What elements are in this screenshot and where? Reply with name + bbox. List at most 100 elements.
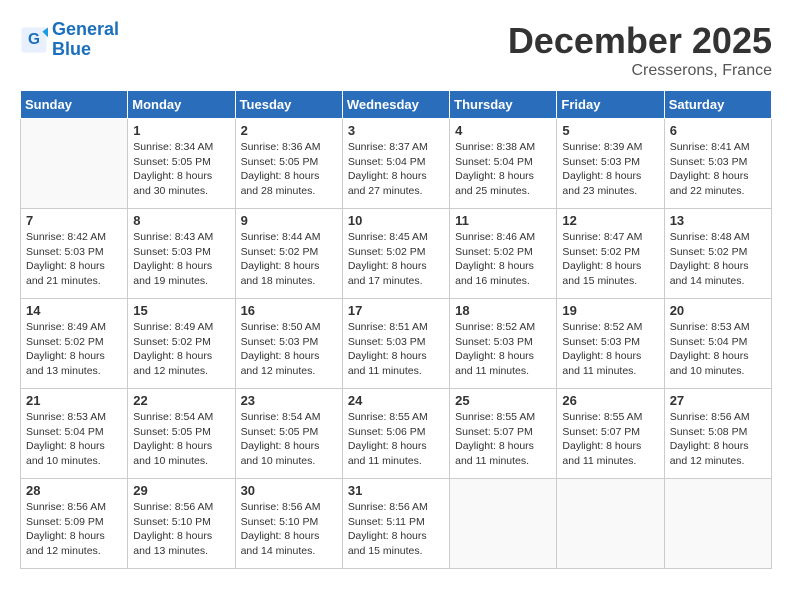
day-number: 10 bbox=[348, 213, 444, 228]
day-info: Sunrise: 8:47 AM Sunset: 5:02 PM Dayligh… bbox=[562, 230, 658, 289]
day-info: Sunrise: 8:48 AM Sunset: 5:02 PM Dayligh… bbox=[670, 230, 766, 289]
day-info: Sunrise: 8:45 AM Sunset: 5:02 PM Dayligh… bbox=[348, 230, 444, 289]
day-info: Sunrise: 8:56 AM Sunset: 5:11 PM Dayligh… bbox=[348, 500, 444, 559]
location: Cresserons, France bbox=[508, 62, 772, 80]
calendar-cell: 27Sunrise: 8:56 AM Sunset: 5:08 PM Dayli… bbox=[664, 389, 771, 479]
day-number: 16 bbox=[241, 303, 337, 318]
logo-name: General Blue bbox=[52, 20, 119, 60]
day-number: 4 bbox=[455, 123, 551, 138]
day-number: 29 bbox=[133, 483, 229, 498]
day-info: Sunrise: 8:56 AM Sunset: 5:10 PM Dayligh… bbox=[133, 500, 229, 559]
day-info: Sunrise: 8:55 AM Sunset: 5:07 PM Dayligh… bbox=[455, 410, 551, 469]
day-number: 26 bbox=[562, 393, 658, 408]
calendar-cell: 25 Sunrise: 8:55 AM Sunset: 5:07 PM Dayli… bbox=[450, 389, 557, 479]
calendar-cell: 2 Sunrise: 8:36 AM Sunset: 5:05 PM Daylig… bbox=[235, 119, 342, 209]
day-number: 21 bbox=[26, 393, 122, 408]
calendar-cell: 14Sunrise: 8:49 AM Sunset: 5:02 PM Dayli… bbox=[21, 299, 128, 389]
col-header-monday: Monday bbox=[128, 91, 235, 119]
calendar-cell: 8 Sunrise: 8:43 AM Sunset: 5:03 PM Daylig… bbox=[128, 209, 235, 299]
logo-icon: G bbox=[20, 26, 48, 54]
page-header: G General Blue December 2025 Cresserons,… bbox=[20, 20, 772, 80]
day-info: Sunrise: 8:42 AM Sunset: 5:03 PM Dayligh… bbox=[26, 230, 122, 289]
day-number: 24 bbox=[348, 393, 444, 408]
calendar-table: SundayMondayTuesdayWednesdayThursdayFrid… bbox=[20, 90, 772, 569]
calendar-cell: 24Sunrise: 8:55 AM Sunset: 5:06 PM Dayli… bbox=[342, 389, 449, 479]
svg-text:G: G bbox=[28, 31, 40, 48]
calendar-body: 1 Sunrise: 8:34 AM Sunset: 5:05 PM Daylig… bbox=[21, 119, 772, 569]
col-header-friday: Friday bbox=[557, 91, 664, 119]
day-info: Sunrise: 8:46 AM Sunset: 5:02 PM Dayligh… bbox=[455, 230, 551, 289]
day-info: Sunrise: 8:54 AM Sunset: 5:05 PM Dayligh… bbox=[133, 410, 229, 469]
day-number: 18 bbox=[455, 303, 551, 318]
calendar-cell: 28 Sunrise: 8:56 AM Sunset: 5:09 PM Dayli… bbox=[21, 479, 128, 569]
day-number: 9 bbox=[241, 213, 337, 228]
day-info: Sunrise: 8:56 AM Sunset: 5:09 PM Dayligh… bbox=[26, 500, 122, 559]
calendar-cell: 5 Sunrise: 8:39 AM Sunset: 5:03 PM Daylig… bbox=[557, 119, 664, 209]
day-info: Sunrise: 8:34 AM Sunset: 5:05 PM Dayligh… bbox=[133, 140, 229, 199]
day-info: Sunrise: 8:49 AM Sunset: 5:02 PM Dayligh… bbox=[133, 320, 229, 379]
day-number: 31 bbox=[348, 483, 444, 498]
calendar-cell bbox=[664, 479, 771, 569]
day-info: Sunrise: 8:38 AM Sunset: 5:04 PM Dayligh… bbox=[455, 140, 551, 199]
calendar-cell bbox=[557, 479, 664, 569]
day-info: Sunrise: 8:50 AM Sunset: 5:03 PM Dayligh… bbox=[241, 320, 337, 379]
col-header-wednesday: Wednesday bbox=[342, 91, 449, 119]
day-number: 28 bbox=[26, 483, 122, 498]
calendar-cell: 23 Sunrise: 8:54 AM Sunset: 5:05 PM Dayli… bbox=[235, 389, 342, 479]
calendar-cell: 10 Sunrise: 8:45 AM Sunset: 5:02 PM Dayli… bbox=[342, 209, 449, 299]
day-number: 14 bbox=[26, 303, 122, 318]
calendar-cell: 7 Sunrise: 8:42 AM Sunset: 5:03 PM Daylig… bbox=[21, 209, 128, 299]
calendar-cell: 20Sunrise: 8:53 AM Sunset: 5:04 PM Dayli… bbox=[664, 299, 771, 389]
week-row-1: 1 Sunrise: 8:34 AM Sunset: 5:05 PM Daylig… bbox=[21, 119, 772, 209]
day-number: 7 bbox=[26, 213, 122, 228]
calendar-cell: 4 Sunrise: 8:38 AM Sunset: 5:04 PM Daylig… bbox=[450, 119, 557, 209]
calendar-header-row: SundayMondayTuesdayWednesdayThursdayFrid… bbox=[21, 91, 772, 119]
calendar-cell: 16 Sunrise: 8:50 AM Sunset: 5:03 PM Dayli… bbox=[235, 299, 342, 389]
calendar-cell: 12Sunrise: 8:47 AM Sunset: 5:02 PM Dayli… bbox=[557, 209, 664, 299]
day-number: 22 bbox=[133, 393, 229, 408]
logo: G General Blue bbox=[20, 20, 119, 60]
week-row-5: 28 Sunrise: 8:56 AM Sunset: 5:09 PM Dayli… bbox=[21, 479, 772, 569]
day-info: Sunrise: 8:51 AM Sunset: 5:03 PM Dayligh… bbox=[348, 320, 444, 379]
day-info: Sunrise: 8:39 AM Sunset: 5:03 PM Dayligh… bbox=[562, 140, 658, 199]
calendar-cell: 30Sunrise: 8:56 AM Sunset: 5:10 PM Dayli… bbox=[235, 479, 342, 569]
day-number: 2 bbox=[241, 123, 337, 138]
day-info: Sunrise: 8:53 AM Sunset: 5:04 PM Dayligh… bbox=[26, 410, 122, 469]
calendar-cell bbox=[21, 119, 128, 209]
day-info: Sunrise: 8:55 AM Sunset: 5:07 PM Dayligh… bbox=[562, 410, 658, 469]
day-number: 25 bbox=[455, 393, 551, 408]
calendar-cell: 15 Sunrise: 8:49 AM Sunset: 5:02 PM Dayli… bbox=[128, 299, 235, 389]
day-number: 8 bbox=[133, 213, 229, 228]
calendar-cell: 11 Sunrise: 8:46 AM Sunset: 5:02 PM Dayli… bbox=[450, 209, 557, 299]
day-info: Sunrise: 8:36 AM Sunset: 5:05 PM Dayligh… bbox=[241, 140, 337, 199]
day-number: 19 bbox=[562, 303, 658, 318]
calendar-cell: 13Sunrise: 8:48 AM Sunset: 5:02 PM Dayli… bbox=[664, 209, 771, 299]
calendar-cell: 21 Sunrise: 8:53 AM Sunset: 5:04 PM Dayli… bbox=[21, 389, 128, 479]
day-number: 30 bbox=[241, 483, 337, 498]
calendar-cell: 29 Sunrise: 8:56 AM Sunset: 5:10 PM Dayli… bbox=[128, 479, 235, 569]
day-number: 11 bbox=[455, 213, 551, 228]
calendar-cell: 18 Sunrise: 8:52 AM Sunset: 5:03 PM Dayli… bbox=[450, 299, 557, 389]
day-number: 1 bbox=[133, 123, 229, 138]
day-info: Sunrise: 8:54 AM Sunset: 5:05 PM Dayligh… bbox=[241, 410, 337, 469]
col-header-saturday: Saturday bbox=[664, 91, 771, 119]
calendar-cell: 19 Sunrise: 8:52 AM Sunset: 5:03 PM Dayli… bbox=[557, 299, 664, 389]
day-info: Sunrise: 8:43 AM Sunset: 5:03 PM Dayligh… bbox=[133, 230, 229, 289]
week-row-3: 14 Sunrise: 8:49 AM Sunset: 5:02 PM Dayli… bbox=[21, 299, 772, 389]
week-row-2: 7 Sunrise: 8:42 AM Sunset: 5:03 PM Daylig… bbox=[21, 209, 772, 299]
day-number: 15 bbox=[133, 303, 229, 318]
day-info: Sunrise: 8:52 AM Sunset: 5:03 PM Dayligh… bbox=[455, 320, 551, 379]
day-number: 5 bbox=[562, 123, 658, 138]
day-number: 23 bbox=[241, 393, 337, 408]
calendar-cell bbox=[450, 479, 557, 569]
day-info: Sunrise: 8:37 AM Sunset: 5:04 PM Dayligh… bbox=[348, 140, 444, 199]
calendar-cell: 26 Sunrise: 8:55 AM Sunset: 5:07 PM Dayli… bbox=[557, 389, 664, 479]
col-header-tuesday: Tuesday bbox=[235, 91, 342, 119]
day-number: 17 bbox=[348, 303, 444, 318]
calendar-cell: 17 Sunrise: 8:51 AM Sunset: 5:03 PM Dayli… bbox=[342, 299, 449, 389]
day-number: 20 bbox=[670, 303, 766, 318]
day-info: Sunrise: 8:41 AM Sunset: 5:03 PM Dayligh… bbox=[670, 140, 766, 199]
col-header-thursday: Thursday bbox=[450, 91, 557, 119]
day-info: Sunrise: 8:52 AM Sunset: 5:03 PM Dayligh… bbox=[562, 320, 658, 379]
calendar-cell: 3Sunrise: 8:37 AM Sunset: 5:04 PM Daylig… bbox=[342, 119, 449, 209]
